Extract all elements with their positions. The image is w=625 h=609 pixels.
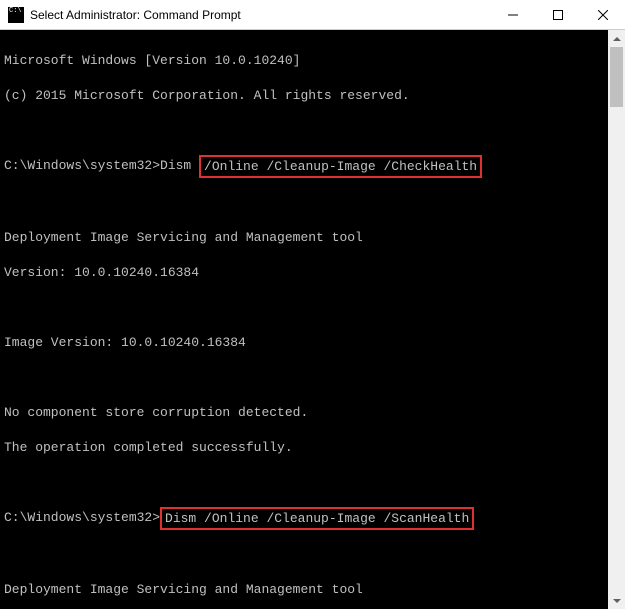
- blank-line: [4, 194, 604, 212]
- output-line: Microsoft Windows [Version 10.0.10240]: [4, 52, 604, 70]
- blank-line: [4, 122, 604, 140]
- command-line: C:\Windows\system32>Dism /Online /Cleanu…: [4, 157, 604, 177]
- scroll-down-icon: [613, 599, 621, 603]
- maximize-button[interactable]: [535, 0, 580, 29]
- output-line: Image Version: 10.0.10240.16384: [4, 334, 604, 352]
- maximize-icon: [553, 10, 563, 20]
- close-icon: [598, 10, 608, 20]
- output-line: Deployment Image Servicing and Managemen…: [4, 581, 604, 599]
- scroll-up-icon: [613, 37, 621, 41]
- terminal-area: Microsoft Windows [Version 10.0.10240] (…: [0, 30, 625, 609]
- scroll-up-button[interactable]: [608, 30, 625, 47]
- minimize-icon: [508, 10, 518, 20]
- blank-line: [4, 299, 604, 317]
- scroll-thumb[interactable]: [610, 47, 623, 107]
- blank-line: [4, 546, 604, 564]
- titlebar[interactable]: Select Administrator: Command Prompt: [0, 0, 625, 30]
- scroll-down-button[interactable]: [608, 592, 625, 609]
- blank-line: [4, 369, 604, 387]
- blank-line: [4, 474, 604, 492]
- prompt: C:\Windows\system32>: [4, 157, 160, 177]
- terminal-output[interactable]: Microsoft Windows [Version 10.0.10240] (…: [0, 30, 608, 609]
- output-line: Version: 10.0.10240.16384: [4, 264, 604, 282]
- minimize-button[interactable]: [490, 0, 535, 29]
- output-line: No component store corruption detected.: [4, 404, 604, 422]
- highlighted-command: Dism /Online /Cleanup-Image /ScanHealth: [160, 507, 474, 531]
- cmd-icon: [8, 7, 24, 23]
- window-title: Select Administrator: Command Prompt: [30, 8, 490, 22]
- output-line: Deployment Image Servicing and Managemen…: [4, 229, 604, 247]
- command-line: C:\Windows\system32>Dism /Online /Cleanu…: [4, 509, 604, 529]
- window-controls: [490, 0, 625, 29]
- prompt: C:\Windows\system32>: [4, 509, 160, 529]
- output-line: (c) 2015 Microsoft Corporation. All righ…: [4, 87, 604, 105]
- output-line: The operation completed successfully.: [4, 439, 604, 457]
- command-text: Dism: [160, 157, 199, 177]
- close-button[interactable]: [580, 0, 625, 29]
- highlighted-args: /Online /Cleanup-Image /CheckHealth: [199, 155, 482, 179]
- scrollbar[interactable]: [608, 30, 625, 609]
